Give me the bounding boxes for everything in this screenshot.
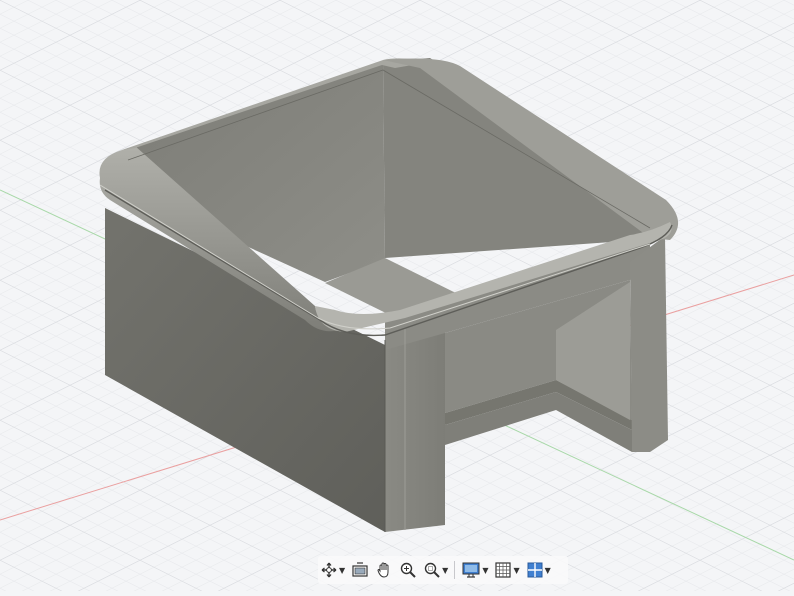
- fit-zoom-button[interactable]: ▼: [421, 558, 450, 582]
- front-left-pillar: [385, 316, 445, 532]
- pan-hand-icon: [377, 562, 389, 578]
- viewports-dropdown-caret[interactable]: ▼: [545, 566, 551, 575]
- display-settings-icon: [462, 562, 480, 578]
- model-scene[interactable]: [0, 0, 794, 591]
- pan-button[interactable]: [373, 558, 395, 582]
- grid-snap-dropdown-caret[interactable]: ▼: [513, 566, 519, 575]
- grid-snap-icon: [495, 562, 512, 578]
- viewports-icon: [527, 562, 543, 578]
- display-settings-dropdown-caret[interactable]: ▼: [482, 566, 488, 575]
- orbit-dropdown-caret[interactable]: ▼: [339, 566, 345, 575]
- orbit-button[interactable]: ▼: [318, 558, 347, 582]
- fit-zoom-dropdown-caret[interactable]: ▼: [442, 566, 448, 575]
- look-at-button[interactable]: [349, 558, 371, 582]
- fit-zoom-icon: [424, 562, 440, 578]
- 3d-viewport-canvas[interactable]: ▼ ▼ ▼ ▼ ▼: [0, 0, 794, 591]
- viewports-button[interactable]: ▼: [524, 558, 553, 582]
- toolbar-separator: [454, 561, 456, 579]
- grid-snap-button[interactable]: ▼: [492, 558, 521, 582]
- orbit-icon: [321, 562, 337, 578]
- zoom-icon: [400, 562, 416, 578]
- display-settings-button[interactable]: ▼: [459, 558, 490, 582]
- navigation-toolbar: ▼ ▼ ▼ ▼ ▼: [318, 556, 568, 584]
- zoom-button[interactable]: [397, 558, 419, 582]
- front-right-pillar: [630, 236, 668, 452]
- look-at-icon: [352, 562, 368, 577]
